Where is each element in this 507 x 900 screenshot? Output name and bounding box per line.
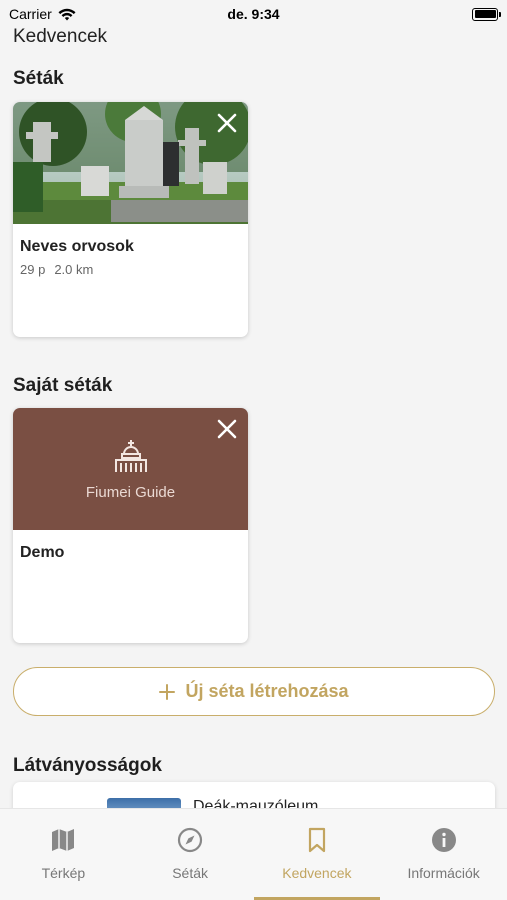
walk-card[interactable]: Neves orvosok 29 p 2.0 km	[13, 102, 248, 337]
walk-card-title: Neves orvosok	[20, 238, 134, 255]
new-walk-button[interactable]: Új séta létrehozása	[13, 667, 495, 716]
tab-walks[interactable]: Séták	[127, 809, 254, 900]
tab-map[interactable]: Térkép	[0, 809, 127, 900]
walk-card-image	[13, 102, 248, 224]
tab-info-label: Információk	[407, 865, 480, 881]
tab-map-label: Térkép	[41, 865, 86, 881]
status-bar: Carrier de. 9:34	[0, 0, 507, 28]
walk-duration: 29 p	[20, 262, 46, 277]
section-heading-own-walks: Saját séták	[13, 375, 113, 396]
section-heading-sights: Látványosságok	[13, 755, 162, 776]
battery-icon	[472, 7, 501, 21]
plus-icon	[159, 683, 176, 700]
walk-card-meta: 29 p 2.0 km	[20, 262, 248, 277]
cemetery-photo	[13, 102, 248, 224]
new-walk-label: Új séta létrehozása	[185, 681, 349, 701]
map-icon	[52, 829, 75, 851]
section-heading-walks: Séták	[13, 68, 64, 89]
tab-favorites[interactable]: Kedvencek	[253, 809, 381, 900]
close-icon[interactable]	[216, 112, 238, 134]
fiumei-guide-logo: Fiumei Guide	[13, 408, 248, 530]
tab-walks-label: Séták	[172, 865, 209, 881]
status-time: de. 9:34	[227, 6, 280, 22]
close-icon[interactable]	[216, 418, 238, 440]
tab-info[interactable]: Információk	[380, 809, 507, 900]
page-title: Kedvencek	[13, 26, 108, 47]
own-walk-card[interactable]: Fiumei Guide Demo	[13, 408, 248, 643]
logo-text: Fiumei Guide	[85, 483, 176, 501]
bookmark-icon	[308, 827, 325, 853]
status-left: Carrier	[9, 6, 76, 22]
tab-favorites-label: Kedvencek	[282, 865, 352, 881]
own-walk-card-title: Demo	[20, 544, 65, 561]
chapel-icon	[114, 439, 147, 472]
walk-distance: 2.0 km	[54, 262, 94, 277]
tab-bar: Térkép Séták Kedvencek Információk	[0, 808, 507, 900]
compass-icon	[178, 827, 203, 853]
info-icon	[431, 828, 456, 852]
carrier-label: Carrier	[9, 6, 52, 22]
own-walk-card-image: Fiumei Guide	[13, 408, 248, 530]
wifi-icon	[58, 8, 76, 20]
